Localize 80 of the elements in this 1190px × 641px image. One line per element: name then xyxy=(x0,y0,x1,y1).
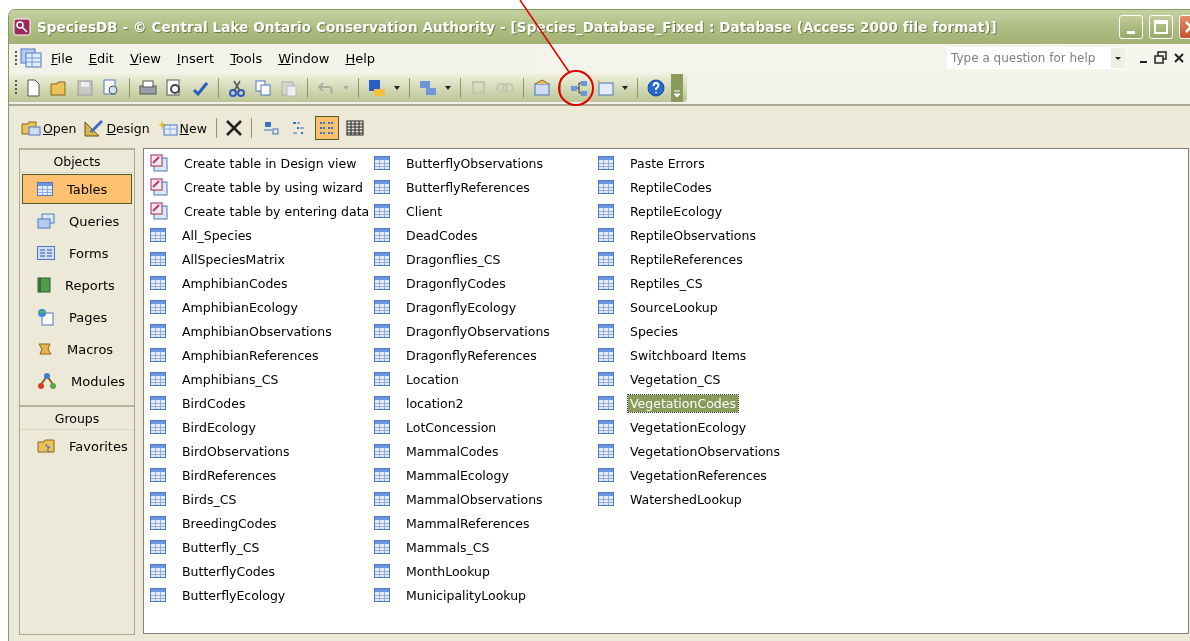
object-name[interactable]: All_Species xyxy=(180,226,254,244)
object-name[interactable]: AllSpeciesMatrix xyxy=(180,250,287,268)
section-header: Groups xyxy=(20,405,134,430)
toolbar-button[interactable]: New xyxy=(155,118,209,138)
object-name[interactable]: AmphibianEcology xyxy=(180,298,300,316)
object-name[interactable]: DragonflyEcology xyxy=(404,298,519,316)
object-name[interactable]: BreedingCodes xyxy=(180,514,279,532)
object-name[interactable]: ReptileEcology xyxy=(628,202,725,220)
object-name[interactable]: MonthLookup xyxy=(404,562,492,580)
object-name[interactable]: Butterfly_CS xyxy=(180,538,262,556)
object-name[interactable]: ReptileObservations xyxy=(628,226,758,244)
object-name[interactable]: ButterflyObservations xyxy=(404,154,546,172)
item-label: Modules xyxy=(71,373,126,389)
menu-item[interactable]: Insert xyxy=(169,47,222,69)
object-name[interactable]: Species xyxy=(628,322,681,340)
menu-item[interactable]: Tools xyxy=(223,47,270,69)
object-name[interactable]: DragonflyCodes xyxy=(404,274,508,292)
toolbar-button[interactable]: Open xyxy=(19,118,79,138)
object-name[interactable]: Paste Errors xyxy=(628,154,707,172)
object-name[interactable]: Create table in Design view xyxy=(182,154,359,172)
object-name[interactable]: BirdObservations xyxy=(180,442,292,460)
object-name[interactable]: VegetationReferences xyxy=(628,466,769,484)
object-name[interactable]: BirdReferences xyxy=(180,466,279,484)
objects-bar-item[interactable]: Tables xyxy=(22,174,132,204)
objects-bar-item[interactable]: Modules xyxy=(22,366,132,396)
object-name[interactable]: SourceLookup xyxy=(628,298,720,316)
item-label: Reports xyxy=(65,277,115,293)
object-name[interactable]: Amphibians_CS xyxy=(180,370,281,388)
object-name[interactable]: VegetationObservations xyxy=(628,442,783,460)
objects-bar-item[interactable]: Forms xyxy=(22,238,132,268)
object-name[interactable]: ButterflyEcology xyxy=(180,586,288,604)
object-name[interactable]: MammalEcology xyxy=(404,466,511,484)
objects-bar-item[interactable]: Macros xyxy=(22,334,132,364)
object-name[interactable]: Mammals_CS xyxy=(404,538,492,556)
object-name[interactable]: Reptiles_CS xyxy=(628,274,705,292)
object-name[interactable]: Switchboard Items xyxy=(628,346,749,364)
item-label: Macros xyxy=(67,341,114,357)
object-name[interactable]: location2 xyxy=(404,394,466,412)
item-label: Favorites xyxy=(69,438,128,454)
object-name[interactable]: ReptileCodes xyxy=(628,178,714,196)
menu-item[interactable]: Help xyxy=(338,47,383,69)
menu-item[interactable]: File xyxy=(44,47,80,69)
objects-bar-item[interactable]: Favorites xyxy=(22,431,132,461)
object-name[interactable]: Dragonflies_CS xyxy=(404,250,503,268)
menu-item[interactable]: View xyxy=(122,47,168,69)
object-name[interactable]: Birds_CS xyxy=(180,490,239,508)
object-name[interactable]: Create table by entering data xyxy=(182,202,372,220)
item-label: Tables xyxy=(67,181,108,197)
object-name[interactable]: LotConcession xyxy=(404,418,499,436)
objects-bar-item[interactable]: Queries xyxy=(22,206,132,236)
object-name[interactable]: WatershedLookup xyxy=(628,490,744,508)
object-name[interactable]: BirdCodes xyxy=(180,394,248,412)
object-name[interactable]: MammalCodes xyxy=(404,442,501,460)
object-name[interactable]: ButterflyCodes xyxy=(180,562,277,580)
item-label: Forms xyxy=(69,245,109,261)
object-name[interactable]: BirdEcology xyxy=(180,418,258,436)
object-name[interactable]: DragonflyObservations xyxy=(404,322,552,340)
object-name[interactable]: Vegetation_CS xyxy=(628,370,723,388)
help-search-field[interactable]: Type a question for help xyxy=(947,47,1125,69)
object-name[interactable]: MammalObservations xyxy=(404,490,545,508)
object-name[interactable]: VegetationEcology xyxy=(628,418,749,436)
object-name[interactable]: AmphibianCodes xyxy=(180,274,290,292)
toolbar-button[interactable]: Design xyxy=(82,117,152,139)
object-name[interactable]: ButterflyReferences xyxy=(404,178,532,196)
objects-bar-item[interactable]: Pages xyxy=(22,302,132,332)
object-name[interactable]: MammalReferences xyxy=(404,514,532,532)
object-name[interactable]: AmphibianObservations xyxy=(180,322,334,340)
object-name[interactable]: MunicipalityLookup xyxy=(404,586,529,604)
menu-item[interactable]: Edit xyxy=(81,47,121,69)
item-label: Pages xyxy=(69,309,108,325)
object-name[interactable]: AmphibianReferences xyxy=(180,346,321,364)
object-name[interactable]: DeadCodes xyxy=(404,226,480,244)
object-name[interactable]: Location xyxy=(404,370,461,388)
object-name[interactable]: DragonflyReferences xyxy=(404,346,539,364)
menu-item[interactable]: Window xyxy=(271,47,337,69)
item-label: Queries xyxy=(69,213,120,229)
object-name[interactable]: Client xyxy=(404,202,445,220)
object-name[interactable]: Create table by using wizard xyxy=(182,178,365,196)
object-name[interactable]: ReptileReferences xyxy=(628,250,745,268)
objects-bar-item[interactable]: Reports xyxy=(22,270,132,300)
